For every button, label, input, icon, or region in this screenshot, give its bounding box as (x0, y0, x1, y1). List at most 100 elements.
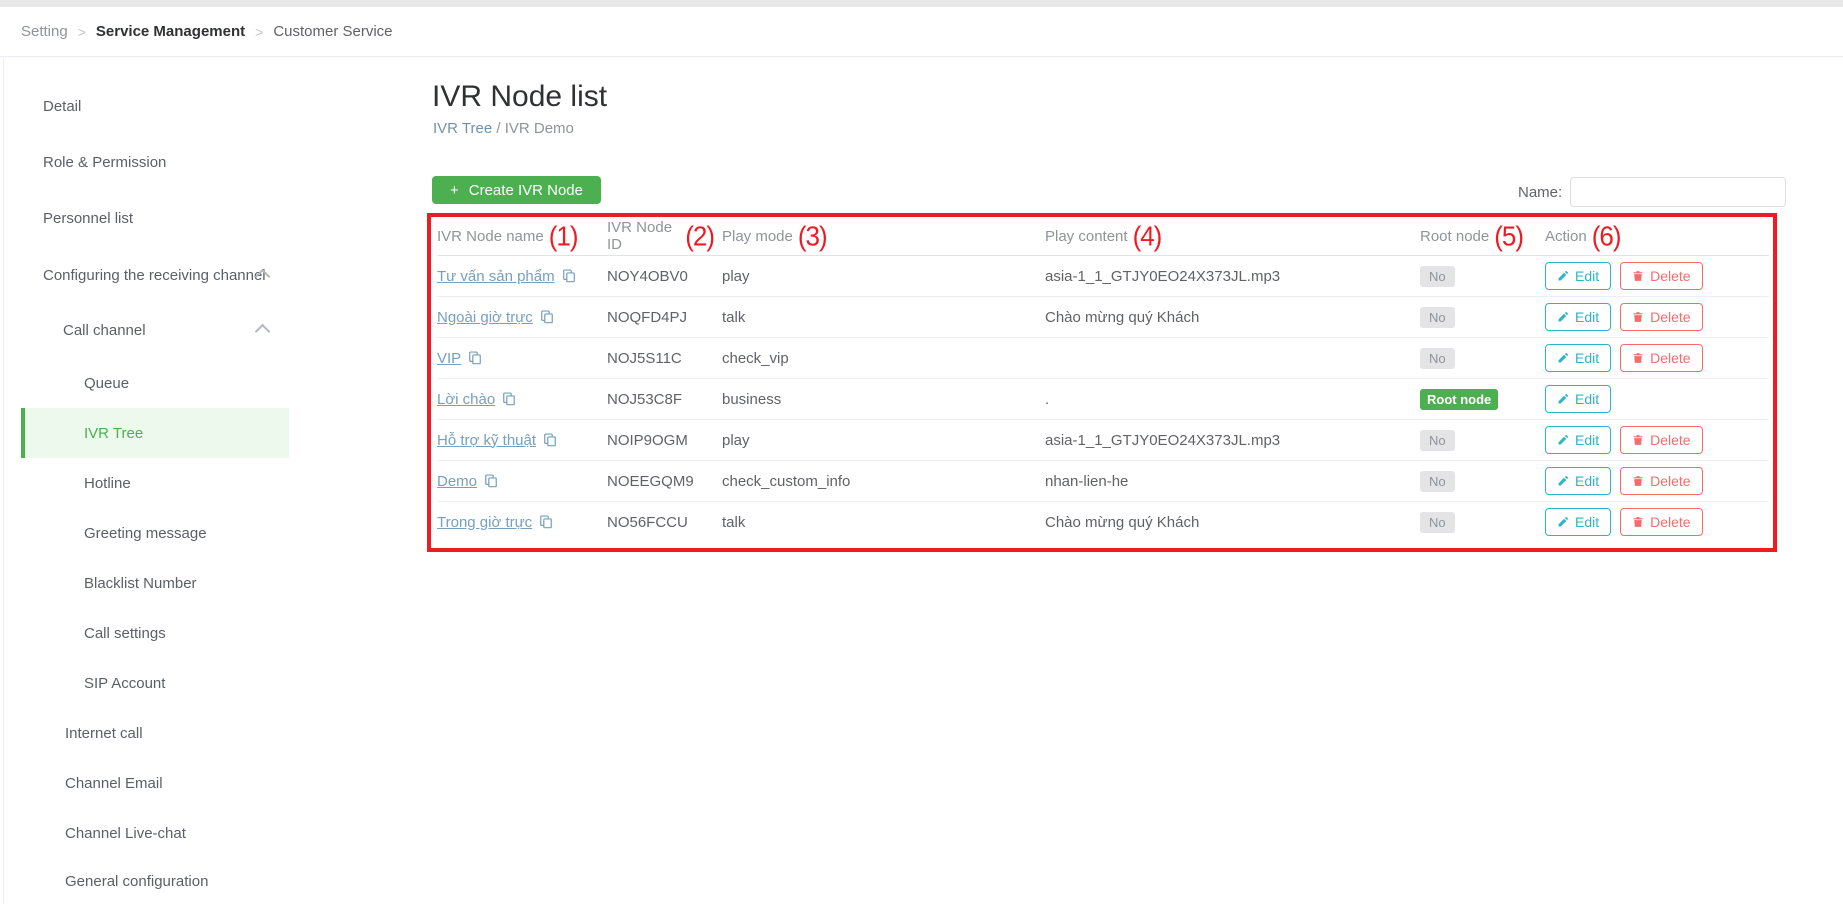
play-content-cell: asia-1_1_GTJY0EO24X373JL.mp3 (1045, 432, 1420, 449)
sidebar-item-channel-live-chat[interactable]: Channel Live-chat (4, 808, 431, 858)
chevron-right-icon: > (78, 24, 86, 40)
node-name-link[interactable]: Hỗ trợ kỹ thuật (437, 432, 536, 449)
sidebar: Detail Role & Permission Personnel list … (3, 58, 431, 904)
sub-breadcrumb: IVR Tree / IVR Demo (433, 120, 574, 137)
sidebar-item-detail[interactable]: Detail (4, 81, 431, 131)
edit-button[interactable]: Edit (1545, 303, 1611, 331)
sidebar-item-label: Personnel list (43, 210, 133, 227)
node-id-cell: NOY4OBV0 (607, 268, 722, 285)
chevron-up-icon[interactable] (255, 324, 271, 340)
delete-button[interactable]: Delete (1620, 344, 1702, 372)
sidebar-item-label: Blacklist Number (84, 575, 197, 592)
copy-icon[interactable] (539, 515, 553, 529)
copy-icon[interactable] (543, 433, 557, 447)
annotation-4: (4) (1133, 222, 1162, 249)
table-row: Hỗ trợ kỹ thuật NOIP9OGM play asia-1_1_G… (437, 420, 1769, 461)
create-ivr-node-button[interactable]: + Create IVR Node (432, 176, 601, 204)
play-content-cell: nhan-lien-he (1045, 473, 1420, 490)
column-header-label: Root node (1420, 228, 1489, 245)
edit-button[interactable]: Edit (1545, 426, 1611, 454)
node-name-link[interactable]: Ngoài giờ trực (437, 309, 533, 326)
sidebar-item-call-settings[interactable]: Call settings (4, 608, 431, 658)
node-id-cell: NOJ5S11C (607, 350, 722, 367)
delete-button-label: Delete (1650, 514, 1690, 530)
name-filter-input[interactable] (1570, 177, 1786, 207)
play-mode-cell: talk (722, 309, 1045, 326)
delete-button[interactable]: Delete (1620, 426, 1702, 454)
sidebar-item-configuring-receiving-channel[interactable]: Configuring the receiving channel (4, 250, 431, 300)
sidebar-item-blacklist-number[interactable]: Blacklist Number (4, 558, 431, 608)
sidebar-item-role-permission[interactable]: Role & Permission (4, 137, 431, 187)
copy-icon[interactable] (468, 351, 482, 365)
sidebar-item-label: Configuring the receiving channel (43, 267, 266, 284)
column-header-label: IVR Node ID (607, 219, 680, 253)
play-mode-cell: talk (722, 514, 1045, 531)
node-id-cell: NOJ53C8F (607, 391, 722, 408)
sidebar-item-label: SIP Account (84, 675, 165, 692)
node-name-link[interactable]: Demo (437, 473, 477, 490)
sidebar-item-label: IVR Tree (84, 425, 143, 442)
sidebar-item-queue[interactable]: Queue (4, 358, 431, 408)
ivr-tree-link[interactable]: IVR Tree (433, 120, 492, 137)
edit-button-label: Edit (1575, 473, 1599, 489)
trash-icon (1632, 516, 1644, 528)
sidebar-item-label: Channel Email (65, 775, 163, 792)
node-id-cell: NOIP9OGM (607, 432, 722, 449)
table-row: Lời chào NOJ53C8F business . Root node E… (437, 379, 1769, 420)
root-node-badge: No (1420, 348, 1455, 369)
copy-icon[interactable] (484, 474, 498, 488)
copy-icon[interactable] (540, 310, 554, 324)
edit-button[interactable]: Edit (1545, 344, 1611, 372)
sidebar-item-sip-account[interactable]: SIP Account (4, 658, 431, 708)
breadcrumb-item-setting[interactable]: Setting (21, 23, 68, 40)
sidebar-item-personnel-list[interactable]: Personnel list (4, 193, 431, 243)
delete-button[interactable]: Delete (1620, 262, 1702, 290)
edit-button[interactable]: Edit (1545, 385, 1611, 413)
column-header-play-content: Play content(4) (1045, 223, 1420, 249)
column-header-label: IVR Node name (437, 228, 544, 245)
table-header-row: IVR Node name(1) IVR Node ID(2) Play mod… (437, 217, 1769, 256)
sidebar-item-channel-email[interactable]: Channel Email (4, 758, 431, 808)
pencil-icon (1557, 434, 1569, 446)
root-node-badge: No (1420, 471, 1455, 492)
column-header-root-node: Root node (5) (1420, 223, 1545, 249)
annotation-5: (5) (1494, 222, 1523, 249)
delete-button[interactable]: Delete (1620, 303, 1702, 331)
pencil-icon (1557, 393, 1569, 405)
sidebar-item-label: Queue (84, 375, 129, 392)
plus-icon: + (450, 182, 459, 199)
trash-icon (1632, 352, 1644, 364)
sidebar-item-internet-call[interactable]: Internet call (4, 708, 431, 758)
play-mode-cell: business (722, 391, 1045, 408)
window-top-divider (0, 0, 1843, 7)
sidebar-item-general-configuration[interactable]: General configuration (4, 856, 431, 906)
edit-button-label: Edit (1575, 268, 1599, 284)
pencil-icon (1557, 475, 1569, 487)
annotation-2: (2) (685, 222, 714, 249)
node-name-link[interactable]: Tư vấn sản phẩm (437, 268, 555, 285)
sidebar-item-ivr-tree[interactable]: IVR Tree (21, 408, 289, 458)
trash-icon (1632, 434, 1644, 446)
sidebar-item-hotline[interactable]: Hotline (4, 458, 431, 508)
sidebar-item-call-channel[interactable]: Call channel (4, 305, 431, 355)
node-name-link[interactable]: VIP (437, 350, 461, 367)
sidebar-item-greeting-message[interactable]: Greeting message (4, 508, 431, 558)
copy-icon[interactable] (562, 269, 576, 283)
edit-button-label: Edit (1575, 391, 1599, 407)
node-name-link[interactable]: Trong giờ trực (437, 514, 532, 531)
edit-button[interactable]: Edit (1545, 467, 1611, 495)
annotation-1: (1) (549, 222, 578, 249)
delete-button[interactable]: Delete (1620, 467, 1702, 495)
annotation-3: (3) (798, 222, 827, 249)
copy-icon[interactable] (502, 392, 516, 406)
edit-button-label: Edit (1575, 432, 1599, 448)
play-mode-cell: check_vip (722, 350, 1045, 367)
delete-button[interactable]: Delete (1620, 508, 1702, 536)
trash-icon (1632, 270, 1644, 282)
page-title: IVR Node list (432, 80, 607, 114)
node-name-link[interactable]: Lời chào (437, 391, 495, 408)
sidebar-item-label: Call channel (63, 322, 146, 339)
breadcrumb-item-service-management[interactable]: Service Management (96, 23, 245, 40)
edit-button[interactable]: Edit (1545, 262, 1611, 290)
edit-button[interactable]: Edit (1545, 508, 1611, 536)
